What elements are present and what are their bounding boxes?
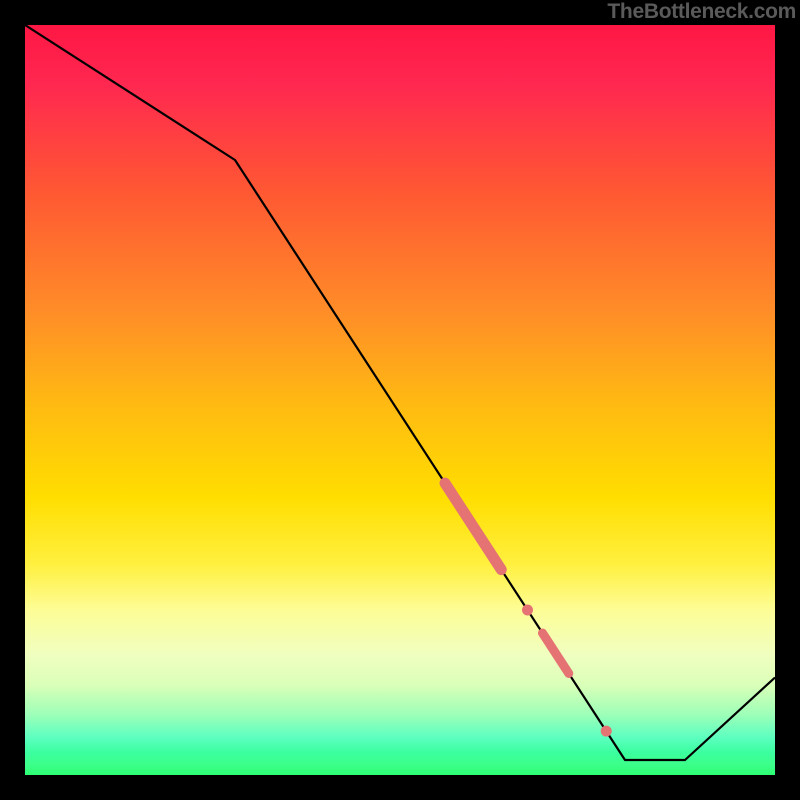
main-line: [25, 25, 775, 760]
plot-area: [25, 25, 775, 775]
chart-container: TheBottleneck.com: [0, 0, 800, 800]
watermark-text: TheBottleneck.com: [607, 0, 796, 24]
marker-dot: [522, 605, 533, 616]
marker-segment: [445, 483, 501, 570]
marker-dot: [601, 726, 612, 737]
chart-svg: [25, 25, 775, 775]
marker-segment: [543, 633, 569, 673]
line-series: [25, 25, 775, 760]
marker-overlay: [445, 483, 612, 737]
